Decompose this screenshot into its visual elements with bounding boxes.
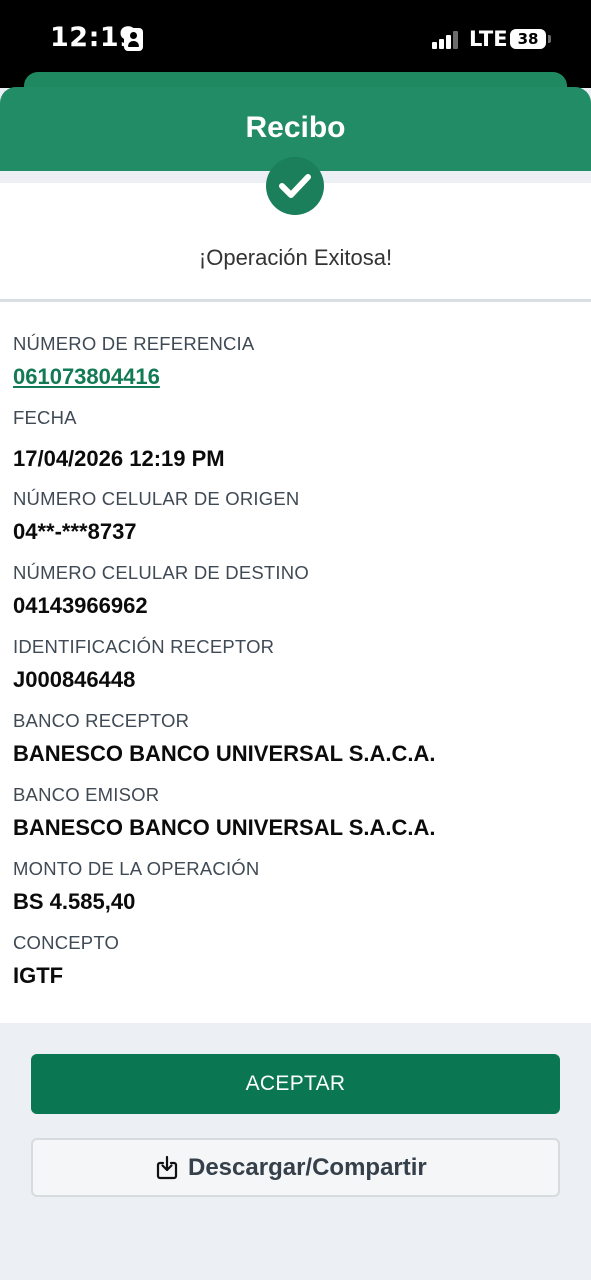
success-message: ¡Operación Exitosa! <box>198 245 393 270</box>
origin-phone-value: 04**-***8737 <box>13 519 137 544</box>
accept-button[interactable]: ACEPTAR <box>31 1054 560 1114</box>
download-share-icon <box>156 1155 178 1180</box>
receipt-details: NÚMERO DE REFERENCIA 061073804416 FECHA … <box>0 302 591 1023</box>
receiver-id-label: IDENTIFICACIÓN RECEPTOR <box>13 636 275 657</box>
destination-phone-value: 04143966962 <box>13 593 148 618</box>
origin-phone-label: NÚMERO CELULAR DE ORIGEN <box>13 488 300 509</box>
network-type: LTE <box>469 27 508 51</box>
amount-value: BS 4.585,40 <box>13 889 136 914</box>
check-circle-icon <box>266 157 324 215</box>
receiver-bank-label: BANCO RECEPTOR <box>13 710 190 731</box>
reference-label: NÚMERO DE REFERENCIA <box>13 333 255 354</box>
issuer-bank-label: BANCO EMISOR <box>13 784 160 805</box>
receiver-id-value: J000846448 <box>13 667 136 692</box>
receiver-bank-value: BANESCO BANCO UNIVERSAL S.A.C.A. <box>13 741 436 766</box>
download-share-label: Descargar/Compartir <box>188 1154 427 1181</box>
download-share-button[interactable]: Descargar/Compartir <box>31 1138 560 1197</box>
concept-label: CONCEPTO <box>13 932 120 953</box>
cellular-signal-icon <box>432 31 462 49</box>
date-label: FECHA <box>13 407 77 428</box>
date-value: 17/04/2026 12:19 PM <box>13 446 225 471</box>
issuer-bank-value: BANESCO BANCO UNIVERSAL S.A.C.A. <box>13 815 436 840</box>
concept-value: IGTF <box>13 963 64 988</box>
amount-label: MONTO DE LA OPERACIÓN <box>13 858 260 879</box>
reference-number-link[interactable]: 061073804416 <box>13 364 160 390</box>
destination-phone-label: NÚMERO CELULAR DE DESTINO <box>13 562 309 583</box>
contact-card-icon <box>124 28 143 51</box>
battery-icon: 38 <box>510 29 551 49</box>
